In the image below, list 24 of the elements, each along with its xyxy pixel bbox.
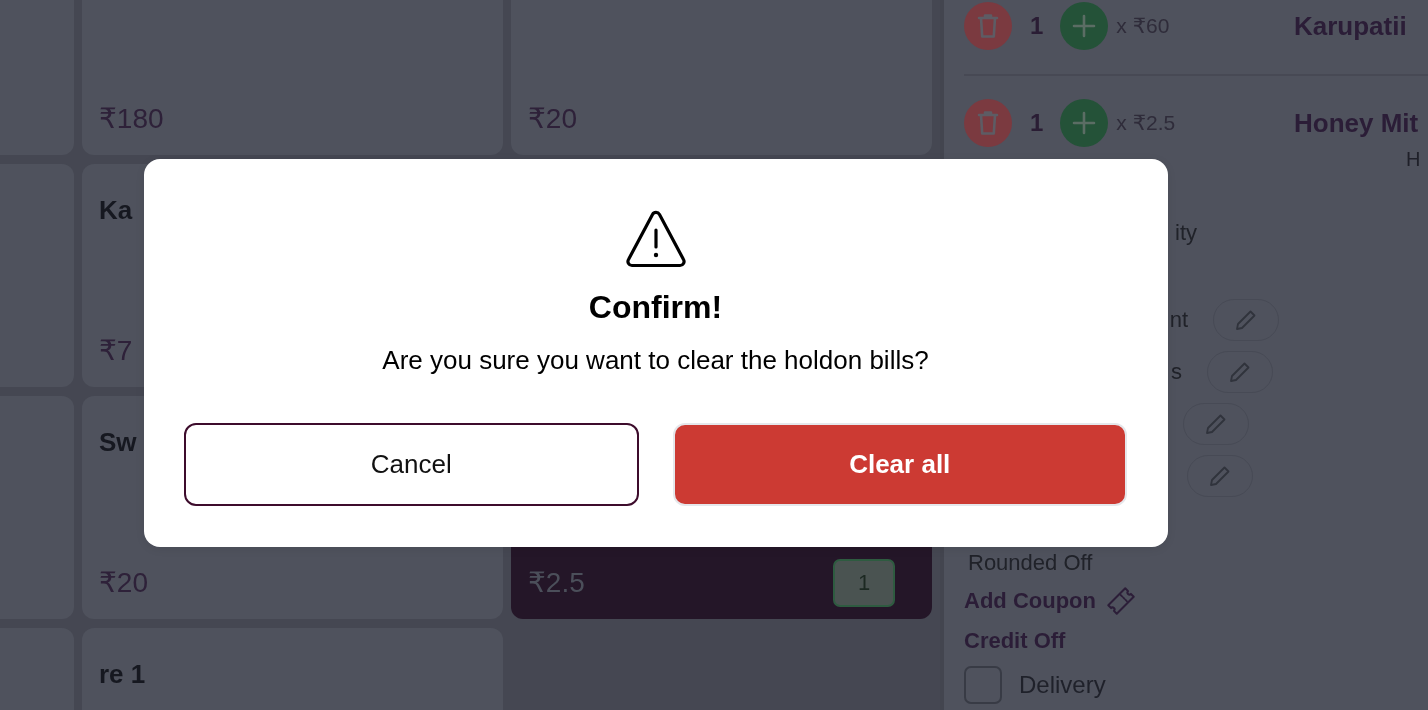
add-button[interactable]: [1060, 99, 1109, 147]
delete-button[interactable]: [964, 99, 1012, 147]
trash-icon: [977, 110, 999, 136]
clear-all-button[interactable]: Clear all: [672, 423, 1127, 506]
dialog-title: Confirm!: [588, 288, 723, 326]
product-card[interactable]: re 1: [82, 628, 503, 710]
plus-icon: [1072, 111, 1097, 135]
product-price: ₹2.5: [528, 567, 585, 599]
add-button[interactable]: [1060, 2, 1109, 50]
product-title: re 1: [99, 658, 146, 690]
warning-icon: [624, 210, 687, 268]
pencil-icon: [1209, 465, 1231, 487]
cancel-button[interactable]: Cancel: [184, 423, 639, 506]
ticket-icon: [1105, 586, 1136, 616]
delete-button[interactable]: [964, 2, 1012, 50]
pencil-icon: [1205, 413, 1227, 435]
delivery-checkbox[interactable]: [964, 666, 1002, 704]
product-title: Ka: [99, 194, 133, 226]
plus-icon: [1072, 14, 1097, 38]
pencil-icon: [1235, 309, 1257, 331]
trash-icon: [977, 13, 999, 39]
dialog-message: Are you sure you want to clear the holdon bills?: [382, 344, 929, 376]
product-title: Sw: [99, 426, 137, 458]
pencil-icon: [1229, 361, 1251, 383]
